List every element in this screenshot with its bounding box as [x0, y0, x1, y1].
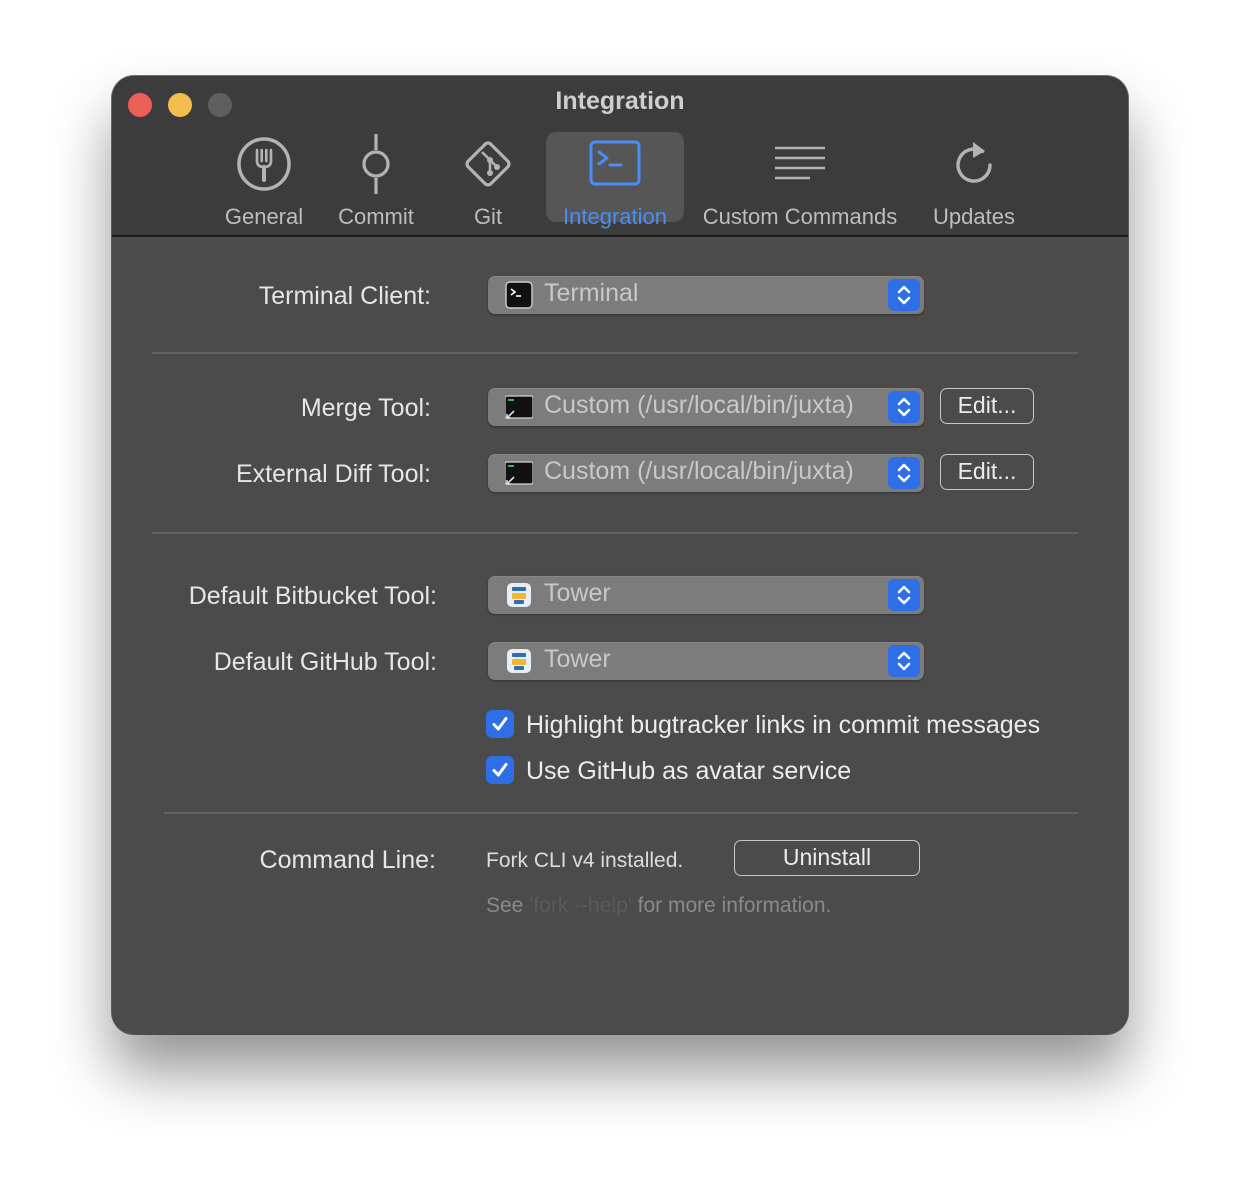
- chevron-updown-icon: [888, 279, 920, 311]
- cli-help-suffix: for more information.: [637, 894, 832, 917]
- terminal-client-label: Terminal Client:: [258, 282, 431, 310]
- divider: [164, 812, 1078, 814]
- tab-custom-commands[interactable]: Custom Commands: [696, 132, 904, 229]
- git-icon: [448, 136, 528, 192]
- command-line-label: Command Line:: [259, 846, 436, 874]
- uninstall-button[interactable]: Uninstall: [734, 840, 920, 876]
- cli-help-prefix: See: [486, 894, 524, 917]
- chevron-updown-icon: [888, 645, 920, 677]
- github-avatar-label[interactable]: Use GitHub as avatar service: [526, 757, 851, 786]
- tab-label: Updates: [933, 204, 1015, 229]
- lines-icon: [696, 136, 904, 192]
- window-title: Integration: [555, 87, 685, 115]
- chevron-updown-icon: [888, 579, 920, 611]
- default-github-tool-select[interactable]: Tower: [488, 642, 924, 680]
- terminal-app-icon: [505, 281, 533, 309]
- fork-icon: [214, 136, 314, 192]
- tower-app-icon: [505, 581, 533, 609]
- default-bitbucket-tool-label: Default Bitbucket Tool:: [188, 582, 437, 610]
- external-diff-tool-select[interactable]: Custom (/usr/local/bin/juxta): [488, 454, 924, 492]
- default-bitbucket-tool-select[interactable]: Tower: [488, 576, 924, 614]
- titlebar: Integration General Commit Git Integrati…: [112, 76, 1128, 237]
- checkmark-icon: [492, 763, 508, 777]
- tab-commit[interactable]: Commit: [326, 132, 426, 229]
- chevron-updown-icon: [888, 391, 920, 423]
- tab-general[interactable]: General: [214, 132, 314, 229]
- merge-tool-edit-button[interactable]: Edit...: [940, 388, 1034, 424]
- tab-integration[interactable]: Integration: [546, 132, 684, 229]
- tab-label: Integration: [563, 204, 667, 229]
- preferences-window: Integration General Commit Git Integrati…: [112, 76, 1128, 1034]
- highlight-bugtracker-label[interactable]: Highlight bugtracker links in commit mes…: [526, 711, 1040, 740]
- cli-help-command: 'fork --help': [529, 894, 632, 917]
- cli-status-text: Fork CLI v4 installed.: [486, 849, 684, 872]
- tab-label: Git: [473, 204, 503, 229]
- commit-icon: [326, 134, 426, 194]
- terminal-client-select[interactable]: Terminal: [488, 276, 924, 314]
- github-avatar-checkbox[interactable]: [486, 756, 514, 784]
- default-github-tool-label: Default GitHub Tool:: [213, 648, 437, 676]
- executable-icon: [504, 393, 534, 421]
- default-bitbucket-tool-value: Tower: [544, 579, 611, 607]
- terminal-client-value: Terminal: [544, 279, 639, 307]
- tower-app-icon: [505, 647, 533, 675]
- executable-icon: [504, 459, 534, 487]
- divider: [152, 532, 1078, 534]
- terminal-icon: [546, 136, 684, 192]
- tab-label: General: [224, 204, 304, 229]
- tab-label: Commit: [338, 204, 414, 229]
- external-diff-tool-value: Custom (/usr/local/bin/juxta): [544, 457, 854, 485]
- tab-git[interactable]: Git: [448, 132, 528, 229]
- default-github-tool-value: Tower: [544, 645, 611, 673]
- chevron-updown-icon: [888, 457, 920, 489]
- tab-label: Custom Commands: [702, 204, 898, 229]
- merge-tool-select[interactable]: Custom (/usr/local/bin/juxta): [488, 388, 924, 426]
- highlight-bugtracker-checkbox[interactable]: [486, 710, 514, 738]
- merge-tool-label: Merge Tool:: [300, 394, 431, 422]
- external-diff-tool-label: External Diff Tool:: [235, 460, 431, 488]
- external-diff-tool-edit-button[interactable]: Edit...: [940, 454, 1034, 490]
- checkmark-icon: [492, 717, 508, 731]
- cli-help-text: See 'fork --help' for more information.: [486, 894, 831, 918]
- divider: [152, 352, 1078, 354]
- merge-tool-value: Custom (/usr/local/bin/juxta): [544, 391, 854, 419]
- tab-updates[interactable]: Updates: [924, 132, 1024, 229]
- refresh-icon: [924, 136, 1024, 192]
